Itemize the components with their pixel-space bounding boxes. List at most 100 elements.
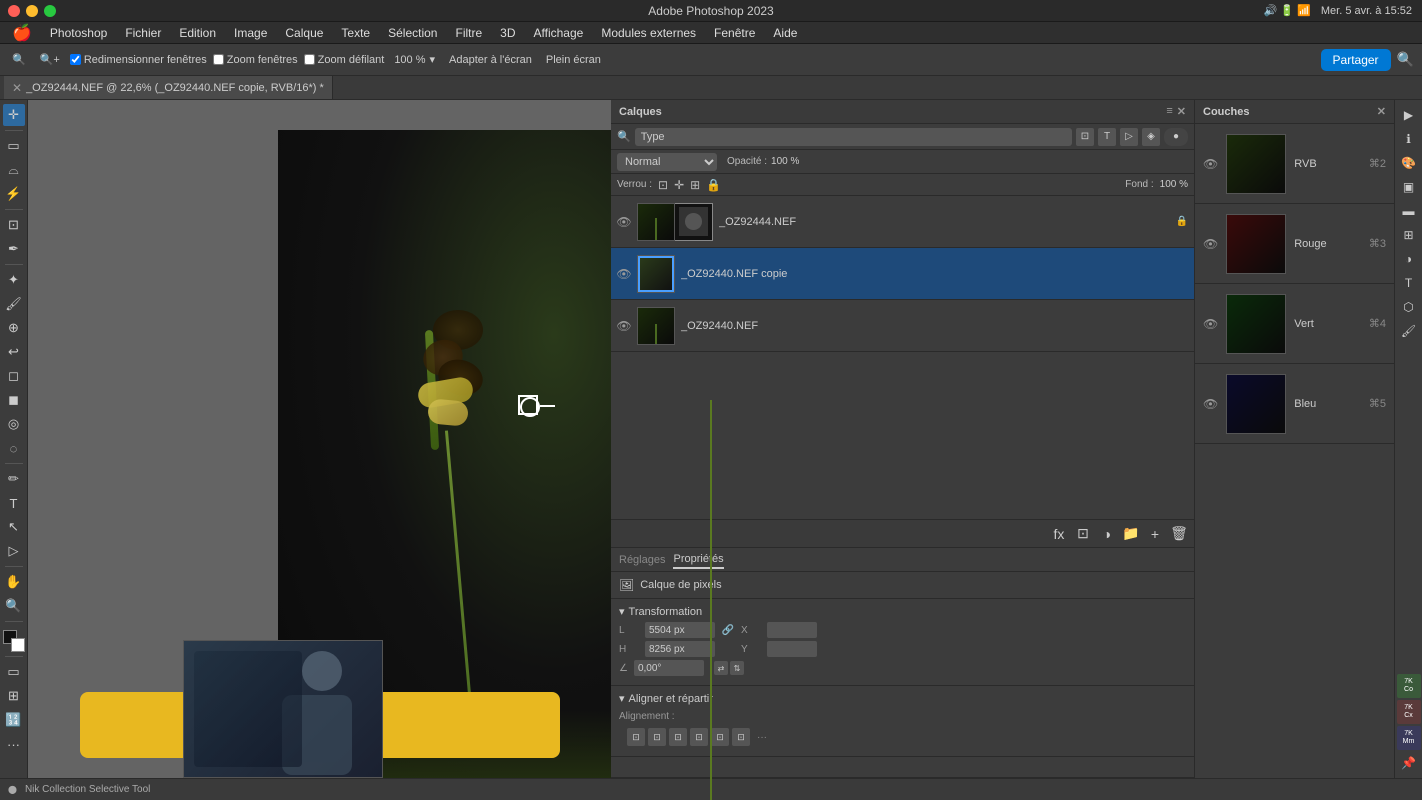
flip-v-btn[interactable]: ⇅ bbox=[730, 661, 744, 675]
tool-more[interactable]: ··· bbox=[3, 733, 25, 755]
tool-eyedropper[interactable]: ✒ bbox=[3, 238, 25, 260]
fr-shapes-icon[interactable]: ⬡ bbox=[1398, 296, 1420, 318]
height-input[interactable] bbox=[645, 641, 715, 657]
fr-type-icon[interactable]: T bbox=[1398, 272, 1420, 294]
add-adjustment-btn[interactable]: ◑ bbox=[1098, 525, 1116, 543]
fr-swatches-icon[interactable]: ▣ bbox=[1398, 176, 1420, 198]
flip-h-btn[interactable]: ⇄ bbox=[714, 661, 728, 675]
tool-extra-3[interactable]: 🔢 bbox=[3, 709, 25, 731]
lock-position-btn[interactable]: ✛ bbox=[674, 178, 684, 192]
tool-zoom[interactable]: 🔍 bbox=[3, 595, 25, 617]
menu-filtre[interactable]: Filtre bbox=[447, 24, 490, 42]
calques-menu-icon[interactable]: ✕ bbox=[1177, 105, 1186, 118]
width-input[interactable] bbox=[645, 622, 715, 638]
color-sample-1[interactable]: 7KCo bbox=[1397, 674, 1421, 698]
resize-windows-checkbox[interactable]: Redimensionner fenêtres bbox=[70, 54, 207, 66]
tool-hand[interactable]: ✋ bbox=[3, 571, 25, 593]
link-icon[interactable]: 🔗 bbox=[721, 623, 735, 637]
menu-texte[interactable]: Texte bbox=[333, 24, 378, 42]
search-icon[interactable]: 🔍 bbox=[1397, 51, 1414, 68]
color-sample-2[interactable]: 7KCx bbox=[1397, 700, 1421, 724]
add-mask-btn[interactable]: ⊡ bbox=[1074, 525, 1092, 543]
calques-panel-controls[interactable]: ≡ ✕ bbox=[1166, 105, 1186, 118]
align-top-btn[interactable]: ⊡ bbox=[690, 728, 708, 746]
fr-color-icon[interactable]: 🎨 bbox=[1398, 152, 1420, 174]
close-button[interactable] bbox=[8, 5, 20, 17]
layer-item-oz92440[interactable]: 👁 _OZ92440.NEF bbox=[611, 300, 1194, 352]
opacity-value[interactable]: 100 % bbox=[771, 156, 799, 167]
full-screen-button[interactable]: Plein écran bbox=[542, 52, 605, 68]
filter-btn-text[interactable]: T bbox=[1098, 128, 1116, 146]
align-title[interactable]: ▾ Aligner et répartir bbox=[619, 692, 1186, 705]
maximize-button[interactable] bbox=[44, 5, 56, 17]
tool-crop[interactable]: ⊡ bbox=[3, 214, 25, 236]
align-center-v-btn[interactable]: ⊡ bbox=[711, 728, 729, 746]
layer-visibility-oz92444[interactable]: 👁 bbox=[617, 215, 631, 229]
x-input[interactable] bbox=[767, 622, 817, 638]
lock-pixels-btn[interactable]: ⊡ bbox=[658, 178, 668, 192]
foreground-background-colors[interactable] bbox=[3, 630, 25, 652]
tool-clone[interactable]: ⊕ bbox=[3, 317, 25, 339]
more-options-dots[interactable]: ··· bbox=[757, 732, 767, 743]
tool-magic-wand[interactable]: ⚡ bbox=[3, 183, 25, 205]
lock-artboards-btn[interactable]: ⊞ bbox=[690, 178, 700, 192]
layer-item-oz92444[interactable]: 👁 _OZ92444.NEF 🔒 bbox=[611, 196, 1194, 248]
tool-brush[interactable]: 🖌 bbox=[3, 293, 25, 315]
menu-affichage[interactable]: Affichage bbox=[526, 24, 592, 42]
align-bottom-btn[interactable]: ⊡ bbox=[732, 728, 750, 746]
filter-btn-shape[interactable]: ▷ bbox=[1120, 128, 1138, 146]
couche-vis-bleu[interactable]: 👁 bbox=[1203, 397, 1218, 411]
menu-calque[interactable]: Calque bbox=[277, 24, 331, 42]
lock-all-btn[interactable]: 🔒 bbox=[706, 178, 721, 192]
tool-text[interactable]: T bbox=[3, 492, 25, 514]
menu-aide[interactable]: Aide bbox=[765, 24, 805, 42]
layer-item-oz92440-copy[interactable]: 👁 _OZ92440.NEF copie bbox=[611, 248, 1194, 300]
fr-history-icon[interactable]: ▶ bbox=[1398, 104, 1420, 126]
tool-zoom-in[interactable]: 🔍+ bbox=[36, 51, 64, 68]
menu-photoshop[interactable]: Photoshop bbox=[42, 24, 115, 42]
couche-vis-rvb[interactable]: 👁 bbox=[1203, 157, 1218, 171]
layer-visibility-oz92440[interactable]: 👁 bbox=[617, 319, 631, 333]
fr-pin-icon[interactable]: 📌 bbox=[1398, 752, 1420, 774]
fr-info-icon[interactable]: ℹ bbox=[1398, 128, 1420, 150]
window-controls[interactable] bbox=[8, 5, 56, 17]
share-button[interactable]: Partager bbox=[1321, 49, 1391, 71]
proprietes-tab[interactable]: Propriétés bbox=[673, 551, 723, 569]
background-color[interactable] bbox=[11, 638, 25, 652]
fit-screen-button[interactable]: Adapter à l'écran bbox=[445, 52, 536, 68]
menu-selection[interactable]: Sélection bbox=[380, 24, 445, 42]
align-center-h-btn[interactable]: ⊡ bbox=[648, 728, 666, 746]
tool-extra-2[interactable]: ⊞ bbox=[3, 685, 25, 707]
couche-item-rvb[interactable]: 👁 RVB ⌘2 bbox=[1195, 124, 1394, 204]
fr-patterns-icon[interactable]: ⊞ bbox=[1398, 224, 1420, 246]
blend-mode-select[interactable]: Normal Multiplier Screen bbox=[617, 153, 717, 171]
delete-layer-btn[interactable]: 🗑 bbox=[1170, 525, 1188, 543]
couche-item-rouge[interactable]: 👁 Rouge ⌘3 bbox=[1195, 204, 1394, 284]
menu-fenetre[interactable]: Fenêtre bbox=[706, 24, 763, 42]
tool-dodge[interactable]: ◌ bbox=[3, 437, 25, 459]
filter-btn-smart[interactable]: ◈ bbox=[1142, 128, 1160, 146]
color-sample-3[interactable]: 7KMm bbox=[1397, 726, 1421, 750]
add-layer-btn[interactable]: + bbox=[1146, 525, 1164, 543]
tool-lasso[interactable]: ⌓ bbox=[3, 159, 25, 181]
tool-eraser[interactable]: ◻ bbox=[3, 365, 25, 387]
zoom-windows-checkbox[interactable]: Zoom fenêtres bbox=[213, 54, 298, 66]
align-left-btn[interactable]: ⊡ bbox=[627, 728, 645, 746]
fr-gradient-icon[interactable]: ▬ bbox=[1398, 200, 1420, 222]
raglages-tab[interactable]: Réglages bbox=[619, 552, 665, 568]
tool-path-select[interactable]: ↖ bbox=[3, 516, 25, 538]
tool-pen[interactable]: ✏ bbox=[3, 468, 25, 490]
filter-toggle[interactable]: ● bbox=[1164, 128, 1188, 146]
menu-image[interactable]: Image bbox=[226, 24, 275, 42]
couches-collapse-icon[interactable]: ✕ bbox=[1377, 105, 1386, 118]
menu-modules[interactable]: Modules externes bbox=[593, 24, 704, 42]
minimize-button[interactable] bbox=[26, 5, 38, 17]
tool-history-brush[interactable]: ↩ bbox=[3, 341, 25, 363]
couche-vis-vert[interactable]: 👁 bbox=[1203, 317, 1218, 331]
fr-brushes-icon[interactable]: 🖌 bbox=[1398, 320, 1420, 342]
couche-vis-rouge[interactable]: 👁 bbox=[1203, 237, 1218, 251]
y-input[interactable] bbox=[767, 641, 817, 657]
calques-collapse-icon[interactable]: ≡ bbox=[1166, 105, 1172, 118]
couche-item-bleu[interactable]: 👁 Bleu ⌘5 bbox=[1195, 364, 1394, 444]
tool-healing[interactable]: ✦ bbox=[3, 269, 25, 291]
